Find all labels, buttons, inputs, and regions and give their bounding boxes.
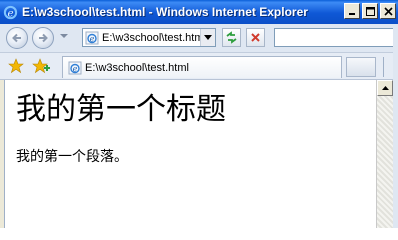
- tab-label: E:\w3school\test.html: [85, 61, 189, 74]
- window-right-border: [393, 24, 398, 228]
- scroll-up-button[interactable]: [377, 80, 393, 96]
- chevron-up-icon: [381, 86, 389, 90]
- close-icon: [383, 6, 393, 16]
- favorites-star-icon[interactable]: [8, 58, 24, 74]
- stop-button[interactable]: [246, 28, 265, 47]
- minimize-button[interactable]: [344, 3, 360, 19]
- svg-text:e: e: [90, 34, 95, 43]
- history-dropdown-icon[interactable]: [60, 34, 68, 38]
- back-button[interactable]: [6, 27, 28, 49]
- chevron-down-icon: [204, 35, 212, 40]
- page-content: 我的第一个标题 我的第一个段落。: [4, 80, 377, 228]
- ie-window: e E:\w3school\test.html - Windows Intern…: [0, 0, 398, 228]
- page-ie-icon: e: [85, 31, 99, 44]
- page-heading: 我的第一个标题: [16, 92, 226, 127]
- maximize-icon: [365, 6, 375, 16]
- window-title: E:\w3school\test.html - Windows Internet…: [22, 5, 308, 19]
- search-input[interactable]: [274, 28, 398, 47]
- address-input[interactable]: E:\w3school\test.html: [102, 32, 200, 44]
- add-favorite-icon[interactable]: [32, 58, 50, 74]
- back-arrow-icon: [12, 33, 21, 43]
- address-dropdown-button[interactable]: [200, 29, 215, 46]
- tab-ie-icon: e: [68, 61, 82, 74]
- vertical-scrollbar[interactable]: [376, 80, 393, 228]
- tabs-toolbar: e E:\w3school\test.html: [0, 53, 398, 80]
- svg-text:e: e: [73, 64, 78, 73]
- address-bar[interactable]: e E:\w3school\test.html: [82, 28, 216, 47]
- forward-button[interactable]: [32, 27, 54, 49]
- forward-arrow-icon: [39, 33, 48, 43]
- toolbar-divider: [383, 57, 384, 77]
- new-tab-button[interactable]: [346, 57, 376, 77]
- ie-icon: e: [3, 5, 18, 19]
- navigation-toolbar: e E:\w3school\test.html: [0, 24, 398, 53]
- stop-icon: [251, 33, 260, 42]
- minimize-icon: [349, 13, 355, 15]
- page-paragraph: 我的第一个段落。: [16, 149, 128, 165]
- window-controls: [344, 3, 396, 19]
- close-button[interactable]: [380, 3, 396, 19]
- svg-text:e: e: [7, 7, 13, 19]
- tab-current-page[interactable]: e E:\w3school\test.html: [62, 56, 342, 78]
- refresh-icon: [226, 31, 237, 44]
- maximize-button[interactable]: [362, 3, 378, 19]
- title-bar[interactable]: e E:\w3school\test.html - Windows Intern…: [0, 0, 398, 24]
- refresh-button[interactable]: [222, 28, 241, 47]
